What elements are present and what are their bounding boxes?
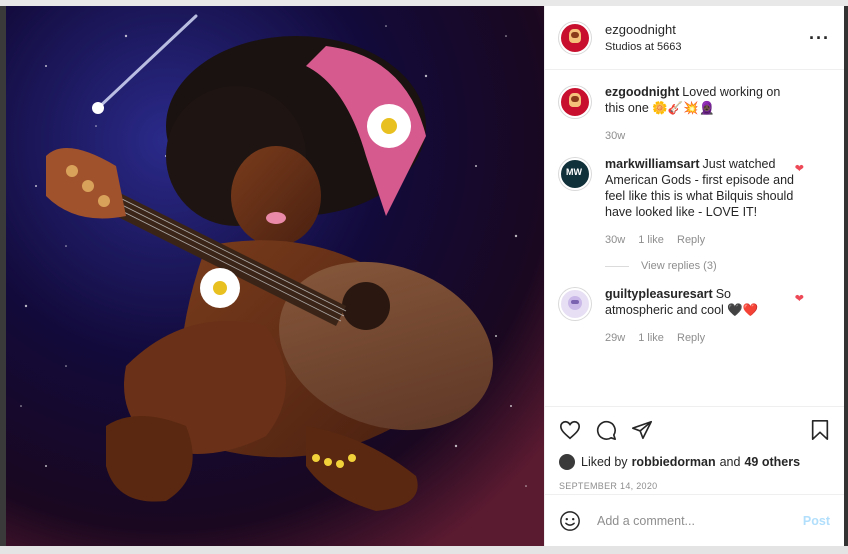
liked-by-user[interactable]: robbiedorman [632,455,716,469]
action-icons [545,406,844,451]
caption-username[interactable]: ezgoodnight [605,85,679,99]
comment-likes[interactable]: 1 like [638,234,664,246]
comment-likes[interactable]: 1 like [638,332,664,344]
avatar-initials: MW [566,167,582,177]
comment-item: guiltypleasuresart So atmospheric and coo… [559,286,830,346]
comment-meta: 30w 1 like Reply [605,232,795,248]
comment-meta: 29w 1 like Reply [605,330,795,346]
caption-age: 30w [605,130,626,142]
liker-avatar[interactable] [559,454,575,470]
share-icon[interactable] [631,419,653,441]
post-panel: ezgoodnight Studios at 5663 ··· ezgoodni… [544,6,844,546]
caption-avatar[interactable] [559,86,591,118]
comment-item: MW markwilliamsart Just watched American … [559,156,830,248]
replies-divider [605,265,629,267]
comment-username[interactable]: guiltypleasuresart [605,287,713,301]
commenter-avatar[interactable]: MW [559,158,591,190]
caption-body: ezgoodnight Loved working on this one 🌼🎸💥… [605,84,795,144]
emoji-icon[interactable] [559,510,581,532]
liked-by-and: and [719,455,741,469]
comment-age: 29w [605,332,626,344]
liked-by-prefix: Liked by [581,455,628,469]
comment-input[interactable] [595,512,789,529]
post-actions: Liked by robbiedorman and 49 others SEPT… [545,406,844,491]
post-date: SEPTEMBER 14, 2020 [559,481,658,491]
commenter-avatar[interactable] [559,288,591,320]
author-avatar[interactable] [559,21,591,54]
background-strip-bottom [0,546,848,554]
comment-body: markwilliamsart Just watched American God… [605,156,795,248]
caption: ezgoodnight Loved working on this one 🌼🎸💥… [559,84,830,144]
comment-composer: Post [545,494,844,546]
post-location[interactable]: Studios at 5663 [605,41,681,53]
caption-meta: 30w [605,128,795,144]
reply-button[interactable]: Reply [677,332,705,344]
author-info: ezgoodnight Studios at 5663 [605,22,681,53]
bookmark-icon[interactable] [809,419,831,441]
comment-icon[interactable] [595,419,617,441]
illustration-woman-playing-guitar [6,6,544,546]
comments-list: ezgoodnight Loved working on this one 🌼🎸💥… [545,70,844,405]
more-options-icon[interactable]: ··· [809,28,830,49]
comment-like-heart-icon[interactable]: ❤ [795,162,804,175]
view-replies[interactable]: View replies (3) [605,260,830,272]
comment-like-heart-icon[interactable]: ❤ [795,292,804,305]
comment-age: 30w [605,234,626,246]
post-image[interactable] [6,6,544,546]
comment-username[interactable]: markwilliamsart [605,157,700,171]
heart-icon[interactable] [559,419,581,441]
likes-summary: Liked by robbiedorman and 49 others [545,451,844,473]
reply-button[interactable]: Reply [677,234,705,246]
view-replies-label[interactable]: View replies (3) [641,260,717,272]
author-username[interactable]: ezgoodnight [605,22,681,37]
comment-body: guiltypleasuresart So atmospheric and coo… [605,286,795,346]
post-button[interactable]: Post [803,514,830,528]
post-header: ezgoodnight Studios at 5663 ··· [545,6,844,70]
liked-by-count[interactable]: 49 others [744,455,800,469]
